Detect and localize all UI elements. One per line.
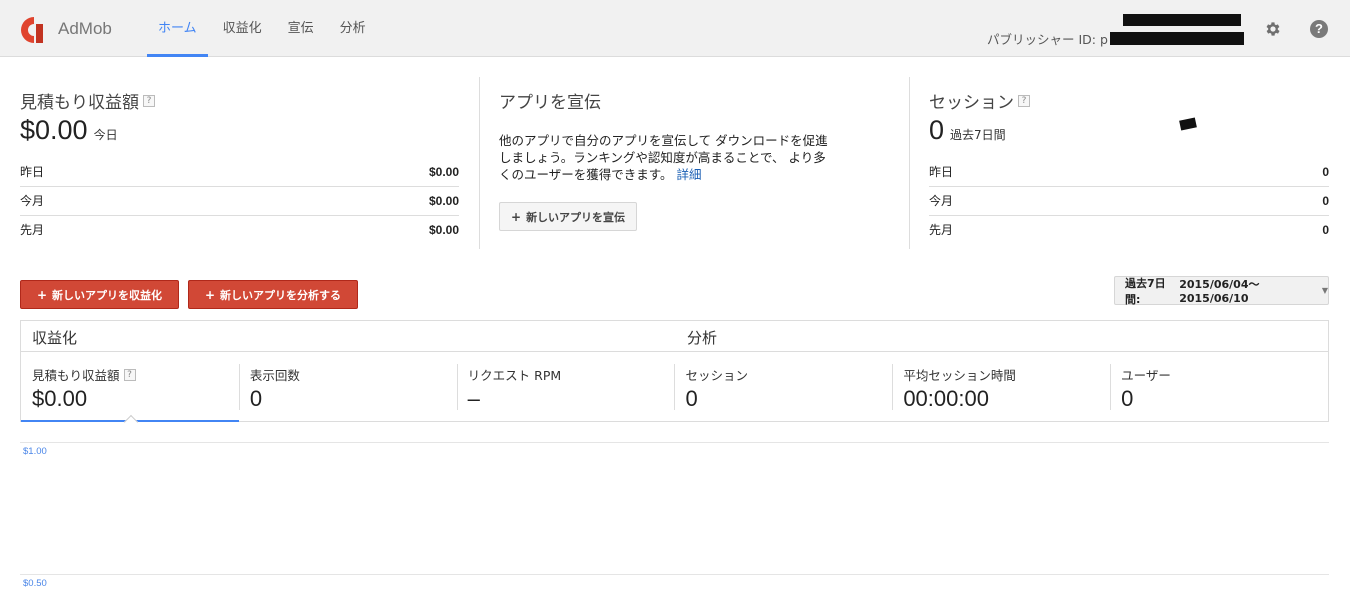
metric-tab-earnings[interactable]: 見積もり収益額 ? $0.00	[21, 352, 239, 430]
chart-gridline	[20, 574, 1329, 575]
help-icon[interactable]: ?	[1310, 20, 1328, 38]
sessions-total-label: 過去7日間	[950, 128, 1006, 142]
earnings-stats: 昨日 $0.00 今月 $0.00 先月 $0.00	[20, 158, 459, 245]
earnings-chart: $1.00 $0.50	[20, 440, 1329, 608]
main-nav: ホーム 収益化 宣伝 分析	[147, 0, 381, 57]
sessions-row-yesterday: 昨日 0	[929, 158, 1329, 187]
metrics-card: 収益化 分析 見積もり収益額 ? $0.00 表示回数 0 リクエスト RPM …	[20, 320, 1329, 430]
metric-label: ユーザー	[1121, 368, 1171, 383]
stat-label: 今月	[929, 194, 954, 208]
panel-divider	[909, 77, 910, 249]
metric-label: 見積もり収益額	[32, 368, 120, 383]
caret-down-icon: ▼	[1321, 286, 1328, 295]
active-tab-pointer	[123, 414, 139, 430]
promote-description: 他のアプリで自分のアプリを宣伝して ダウンロードを促進しましょう。ランキングや認…	[499, 132, 831, 183]
question-mark-icon[interactable]: ?	[123, 368, 136, 381]
monetize-heading: 収益化	[32, 329, 78, 347]
earnings-row-yesterday: 昨日 $0.00	[20, 158, 459, 187]
metric-value: 0	[1121, 386, 1134, 411]
stat-value: $0.00	[428, 194, 459, 208]
metric-tab-avg-session-length[interactable]: 平均セッション時間 00:00:00	[892, 352, 1110, 422]
sessions-row-this-month: 今月 0	[929, 187, 1329, 216]
panel-divider	[479, 77, 480, 249]
top-bar: AdMob ホーム 収益化 宣伝 分析 パブリッシャー ID: p ?	[0, 0, 1350, 57]
sessions-stats: 昨日 0 今月 0 先月 0	[929, 158, 1329, 245]
metric-label: セッション	[685, 368, 748, 383]
plus-icon: +	[511, 209, 522, 224]
plus-icon: +	[36, 287, 48, 302]
sessions-row-last-month: 先月 0	[929, 216, 1329, 245]
nav-analytics[interactable]: 分析	[329, 0, 377, 57]
stat-label: 昨日	[929, 165, 954, 179]
stat-value: 0	[1322, 194, 1329, 208]
y-tick-label: $0.50	[23, 578, 47, 589]
earnings-row-this-month: 今月 $0.00	[20, 187, 459, 216]
question-mark-icon[interactable]: ?	[143, 94, 155, 107]
promote-title: アプリを宣伝	[499, 93, 601, 113]
metric-value: 0	[249, 386, 263, 411]
brand-name[interactable]: AdMob	[58, 19, 112, 39]
nav-promote[interactable]: 宣伝	[277, 0, 325, 57]
sessions-title-row: セッション ?	[929, 88, 1329, 113]
metric-tab-request-rpm[interactable]: リクエスト RPM –	[456, 352, 675, 422]
metrics-card-header: 収益化 分析	[21, 321, 1328, 352]
sessions-panel: セッション ? 0 過去7日間 昨日 0 今月 0 先月 0	[929, 78, 1329, 248]
stat-label: 先月	[929, 223, 954, 237]
account-email-redacted[interactable]	[1123, 14, 1241, 26]
earnings-panel: 見積もり収益額 ? $0.00 今日 昨日 $0.00 今月 $0.00 先月 …	[20, 78, 459, 248]
metric-value: 0	[685, 386, 698, 411]
nav-home[interactable]: ホーム	[147, 0, 208, 57]
metric-value: –	[467, 386, 480, 411]
metric-label: 平均セッション時間	[903, 368, 1016, 383]
admob-logo-icon[interactable]	[18, 14, 50, 46]
gear-icon[interactable]	[1264, 20, 1282, 38]
chart-gridline	[20, 442, 1329, 443]
sessions-total-value: 0	[929, 115, 945, 145]
metric-value: 00:00:00	[903, 386, 989, 411]
date-range-prefix: 過去7日間:	[1125, 276, 1166, 306]
analytics-heading: 分析	[687, 329, 718, 347]
promote-button-label: 新しいアプリを宣伝	[526, 210, 626, 224]
stat-label: 今月	[20, 194, 45, 208]
publisher-id: パブリッシャー ID: p	[987, 29, 1244, 48]
stat-label: 昨日	[20, 165, 45, 179]
sessions-title: セッション	[929, 93, 1014, 113]
sessions-total: 0 過去7日間	[929, 115, 1329, 146]
question-mark-icon[interactable]: ?	[1018, 94, 1030, 107]
metric-label: リクエスト RPM	[467, 368, 562, 383]
monetize-new-app-button[interactable]: + 新しいアプリを収益化	[20, 280, 179, 309]
promote-details-link[interactable]: 詳細	[677, 167, 702, 182]
promote-text: 他のアプリで自分のアプリを宣伝して ダウンロードを促進しましょう。ランキングや認…	[499, 133, 828, 182]
analyze-new-app-button[interactable]: + 新しいアプリを分析する	[188, 280, 358, 309]
earnings-today-label: 今日	[93, 128, 118, 142]
earnings-today-value: $0.00	[20, 115, 88, 145]
metric-tab-sessions[interactable]: セッション 0	[674, 352, 892, 422]
earnings-title: 見積もり収益額	[20, 93, 139, 113]
earnings-row-last-month: 先月 $0.00	[20, 216, 459, 245]
nav-monetize[interactable]: 収益化	[212, 0, 273, 57]
promote-new-app-button[interactable]: + 新しいアプリを宣伝	[499, 202, 638, 231]
date-range-value: 2015/06/04〜2015/06/10	[1179, 278, 1260, 305]
analyze-button-label: 新しいアプリを分析する	[220, 288, 342, 302]
metric-label-row: 見積もり収益額 ?	[32, 365, 239, 384]
metric-tab-impressions[interactable]: 表示回数 0	[238, 352, 457, 422]
stat-value: 0	[1322, 223, 1329, 237]
metric-label: 表示回数	[249, 368, 300, 383]
stat-value: $0.00	[428, 165, 459, 179]
metric-tab-users[interactable]: ユーザー 0	[1110, 352, 1328, 422]
stat-label: 先月	[20, 223, 45, 237]
metric-tabs: 見積もり収益額 ? $0.00 表示回数 0 リクエスト RPM – セッション…	[21, 352, 1328, 430]
plus-icon: +	[204, 287, 216, 302]
y-tick-label: $1.00	[23, 446, 47, 457]
publisher-id-label: パブリッシャー ID: p	[987, 32, 1108, 47]
monetize-button-label: 新しいアプリを収益化	[52, 288, 163, 302]
metric-value: $0.00	[32, 386, 88, 411]
stat-value: 0	[1322, 165, 1329, 179]
promote-panel: アプリを宣伝 他のアプリで自分のアプリを宣伝して ダウンロードを促進しましょう。…	[499, 78, 889, 248]
publisher-id-redacted	[1109, 32, 1244, 45]
earnings-title-row: 見積もり収益額 ?	[20, 88, 459, 113]
date-range-selector[interactable]: 過去7日間: 2015/06/04〜2015/06/10 ▼	[1114, 276, 1329, 306]
earnings-today: $0.00 今日	[20, 115, 459, 146]
stat-value: $0.00	[428, 223, 459, 237]
